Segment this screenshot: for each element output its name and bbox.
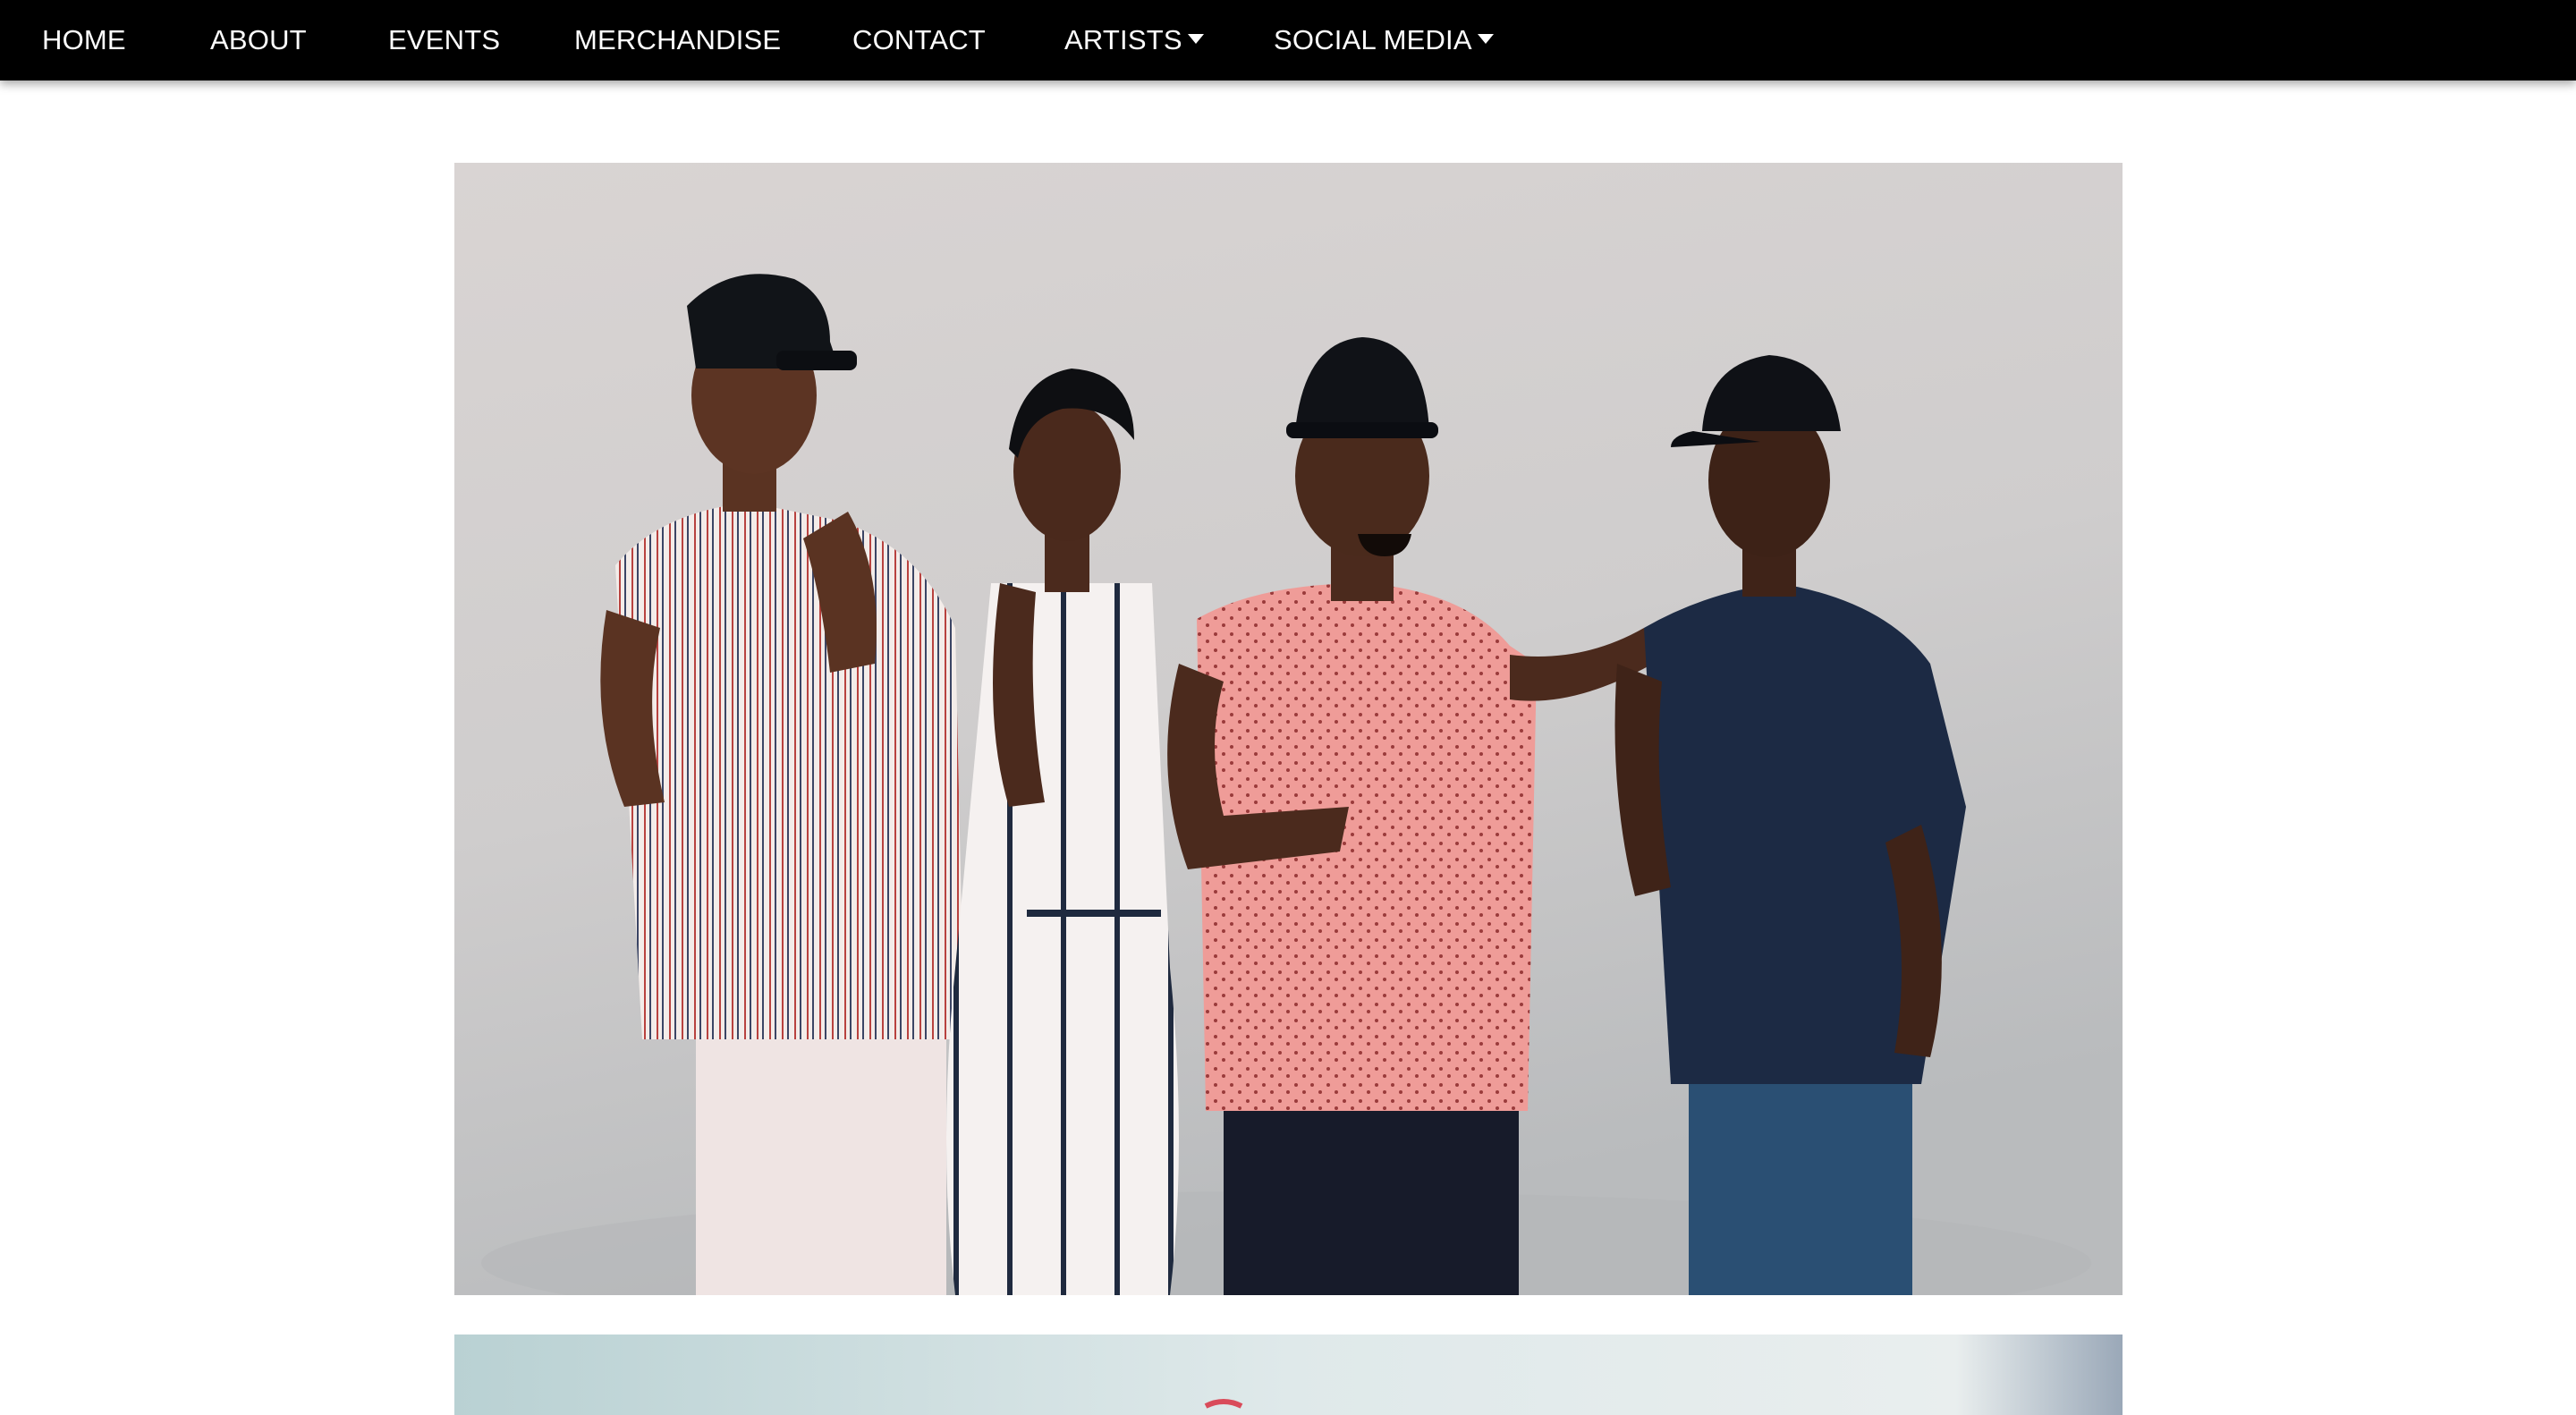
nav-item-merchandise[interactable]: MERCHANDISE (574, 0, 781, 80)
nav-item-events-label: EVENTS (388, 24, 501, 55)
nav-item-social-media[interactable]: SOCIAL MEDIA (1274, 0, 1494, 80)
caret-down-icon (1477, 34, 1494, 45)
nav-item-about[interactable]: ABOUT (210, 0, 307, 80)
nav-item-home[interactable]: HOME (42, 0, 126, 80)
nav-item-contact-label: CONTACT (852, 24, 986, 55)
nav-item-artists-label: ARTISTS (1064, 24, 1182, 55)
nav-item-merchandise-label: MERCHANDISE (574, 24, 782, 55)
nav-item-contact[interactable]: CONTACT (852, 0, 986, 80)
top-navigation-bar: HOME ABOUT EVENTS MERCHANDISE CONTACT AR… (0, 0, 2576, 80)
second-photo (454, 1335, 2123, 1415)
group-photo (454, 163, 2123, 1295)
nav-item-social-media-label: SOCIAL MEDIA (1274, 24, 1472, 55)
nav-item-artists[interactable]: ARTISTS (1064, 0, 1204, 80)
nav-item-events[interactable]: EVENTS (388, 0, 500, 80)
caret-down-icon (1187, 34, 1204, 45)
nav-item-home-label: HOME (42, 24, 126, 55)
nav-item-about-label: ABOUT (210, 24, 307, 55)
